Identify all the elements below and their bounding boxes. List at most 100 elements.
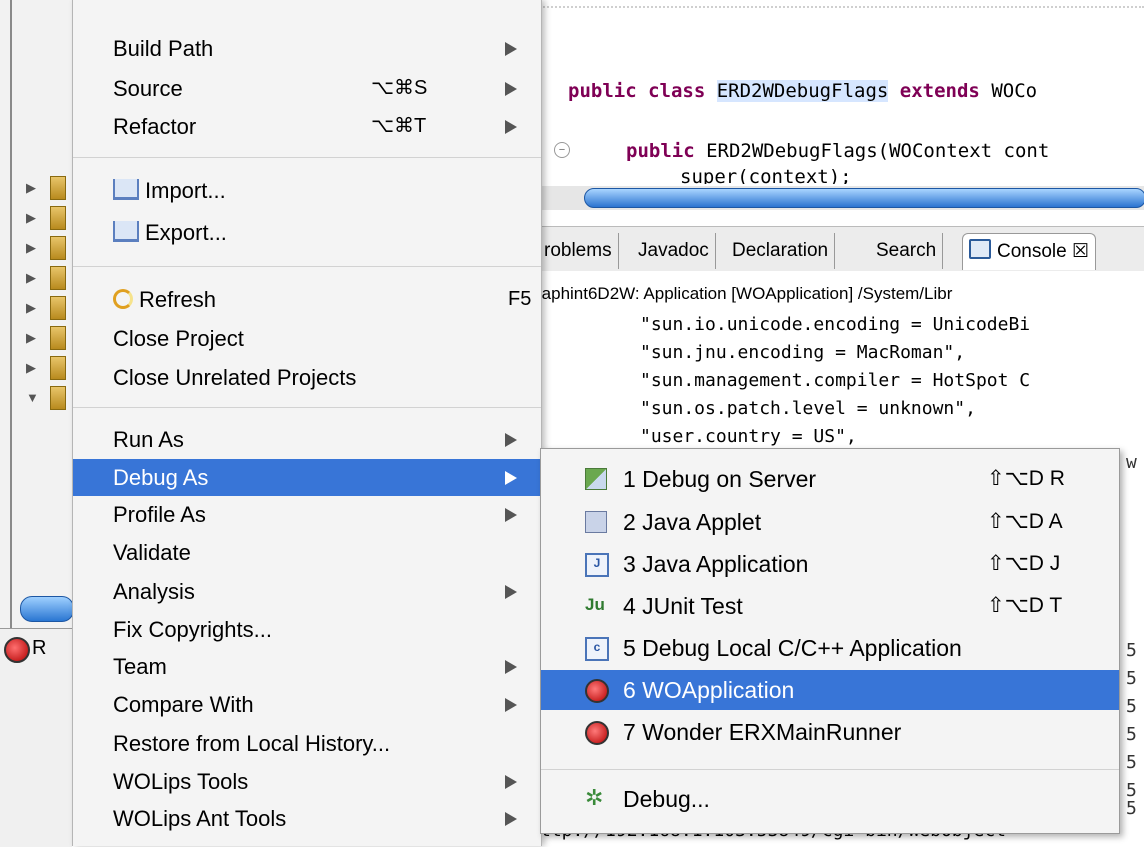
tab-console[interactable]: Console ☒ — [962, 233, 1097, 270]
console-line: "sun.management.compiler = HotSpot C — [640, 370, 1031, 391]
submenu-arrow-icon — [505, 585, 517, 599]
code-keyword: extends — [899, 80, 980, 102]
java-application-icon: J — [585, 553, 609, 577]
console-fragment: 5 — [1126, 668, 1137, 689]
tree-expanded-icon[interactable]: ▼ — [26, 390, 39, 405]
submenu-item-java-application[interactable]: J 3 Java Application ⇧⌥D J — [541, 544, 1119, 584]
menu-item-label: Refactor — [113, 114, 197, 139]
tree-toggle-icon[interactable]: ▶ — [26, 210, 36, 226]
project-icon — [50, 236, 66, 260]
menu-item-label: Run As — [113, 427, 184, 452]
code-keyword: public class — [568, 80, 706, 102]
tab-javadoc[interactable]: Javadoc — [632, 233, 716, 269]
tree-toggle-icon[interactable]: ▶ — [26, 270, 36, 286]
woapplication-icon — [585, 679, 609, 703]
submenu-item-woapplication[interactable]: 6 WOApplication — [541, 670, 1119, 710]
refresh-icon — [113, 289, 133, 309]
code-line: super(context); — [680, 166, 852, 184]
menu-item-close-unrelated-projects[interactable]: Close Unrelated Projects — [73, 359, 541, 396]
tree-row[interactable]: ▶ — [22, 326, 72, 350]
tab-declaration[interactable]: Declaration — [726, 233, 836, 269]
menu-separator — [73, 266, 541, 267]
run-view-label: R — [32, 637, 47, 659]
tree-toggle-icon[interactable]: ▶ — [26, 300, 36, 316]
submenu-item-junit-test[interactable]: Ju 4 JUnit Test ⇧⌥D T — [541, 586, 1119, 626]
tree-row[interactable]: ▶ — [22, 206, 72, 230]
project-icon — [50, 296, 66, 320]
submenu-item-debug-on-server[interactable]: 1 Debug on Server ⇧⌥D R — [541, 459, 1119, 499]
menu-item-profile-as[interactable]: Profile As — [73, 496, 541, 533]
menu-item-label: Validate — [113, 540, 191, 565]
java-applet-icon — [585, 511, 607, 533]
tree-row[interactable]: ▶ — [22, 356, 72, 380]
tab-console-label: Console ☒ — [997, 241, 1090, 262]
export-icon — [113, 221, 139, 242]
menu-item-import[interactable]: Import... — [73, 172, 541, 209]
tree-row[interactable]: ▶ — [22, 266, 72, 290]
menu-item-export[interactable]: Export... — [73, 214, 541, 251]
menu-item-refactor[interactable]: Refactor ⌥⌘T — [73, 108, 541, 145]
menu-item-compare-with[interactable]: Compare With — [73, 686, 541, 723]
submenu-item-java-applet[interactable]: 2 Java Applet ⇧⌥D A — [541, 502, 1119, 542]
menu-item-source[interactable]: Source ⌥⌘S — [73, 70, 541, 107]
submenu-item-debug-dialog[interactable]: ✲ Debug... — [541, 779, 1119, 819]
menu-item-restore-local-history[interactable]: Restore from Local History... — [73, 725, 541, 762]
project-icon — [50, 266, 66, 290]
menu-item-run-as[interactable]: Run As — [73, 421, 541, 458]
menu-item-label: Import... — [145, 178, 226, 203]
project-icon — [50, 206, 66, 230]
menu-item-label: Build Path — [113, 36, 214, 61]
tree-toggle-icon[interactable]: ▶ — [26, 240, 36, 256]
menu-item-debug-as[interactable]: Debug As — [73, 459, 541, 496]
submenu-item-wonder-erxmainrunner[interactable]: 7 Wonder ERXMainRunner — [541, 712, 1119, 752]
menu-item-close-project[interactable]: Close Project — [73, 320, 541, 357]
menu-item-fix-copyrights[interactable]: Fix Copyrights... — [73, 611, 541, 648]
menu-shortcut: F5 — [508, 288, 532, 310]
menu-item-label-wrap: Refresh — [113, 281, 216, 318]
submenu-item-debug-local-c-app[interactable]: c 5 Debug Local C/C++ Application — [541, 628, 1119, 668]
tree-row[interactable]: ▶ — [22, 296, 72, 320]
run-view: R — [0, 628, 72, 847]
submenu-item-label: 4 JUnit Test — [623, 593, 743, 619]
console-icon — [969, 239, 991, 259]
menu-item-label: Profile As — [113, 502, 206, 527]
explorer-scrollbar[interactable] — [20, 596, 74, 622]
tab-problems[interactable]: roblems — [538, 233, 619, 269]
scrollbar-thumb[interactable] — [584, 188, 1144, 208]
menu-item-team[interactable]: Team — [73, 648, 541, 685]
submenu-shortcut: ⇧⌥D R — [987, 467, 1065, 490]
fold-icon[interactable]: − — [554, 142, 570, 158]
menu-separator — [73, 407, 541, 408]
menu-shortcut: ⌥⌘S — [371, 77, 428, 99]
menu-item-analysis[interactable]: Analysis — [73, 573, 541, 610]
tree-row[interactable]: ▶ — [22, 176, 72, 200]
server-debug-icon — [585, 468, 607, 490]
view-tabbar: roblems Javadoc Declaration Search Conso… — [530, 226, 1144, 272]
tree-toggle-icon[interactable]: ▶ — [26, 180, 36, 196]
console-fragment: w — [1126, 452, 1137, 473]
import-icon — [113, 179, 139, 200]
menu-item-wolips-ant-tools[interactable]: WOLips Ant Tools — [73, 800, 541, 837]
menu-item-label: Team — [113, 654, 167, 679]
menu-item-label: Analysis — [113, 579, 195, 604]
menu-item-label: Close Project — [113, 326, 244, 351]
menu-item-validate[interactable]: Validate — [73, 534, 541, 571]
tree-row[interactable]: ▶ — [22, 236, 72, 260]
editor-scrollbar[interactable] — [540, 186, 1144, 210]
submenu-item-label: 3 Java Application — [623, 551, 809, 577]
submenu-arrow-icon — [505, 660, 517, 674]
tree-row[interactable]: ▼ — [22, 386, 72, 410]
menu-item-build-path[interactable]: Build Path — [73, 30, 541, 67]
console-line: "sun.jnu.encoding = MacRoman", — [640, 342, 966, 363]
menu-item-refresh[interactable]: Refresh F5 — [73, 281, 541, 318]
menu-item-label: Close Unrelated Projects — [113, 365, 357, 390]
tree-toggle-icon[interactable]: ▶ — [26, 330, 36, 346]
menu-item-label-wrap: Import... — [113, 172, 226, 209]
menu-item-label-wrap: Export... — [113, 214, 227, 251]
console-fragment: 5 — [1126, 696, 1137, 717]
tab-search[interactable]: Search — [870, 233, 944, 269]
tree-toggle-icon[interactable]: ▶ — [26, 360, 36, 376]
class-name: ERD2WDebugFlags — [716, 80, 889, 102]
menu-item-label: Restore from Local History... — [113, 731, 391, 756]
menu-item-wolips-tools[interactable]: WOLips Tools — [73, 763, 541, 800]
